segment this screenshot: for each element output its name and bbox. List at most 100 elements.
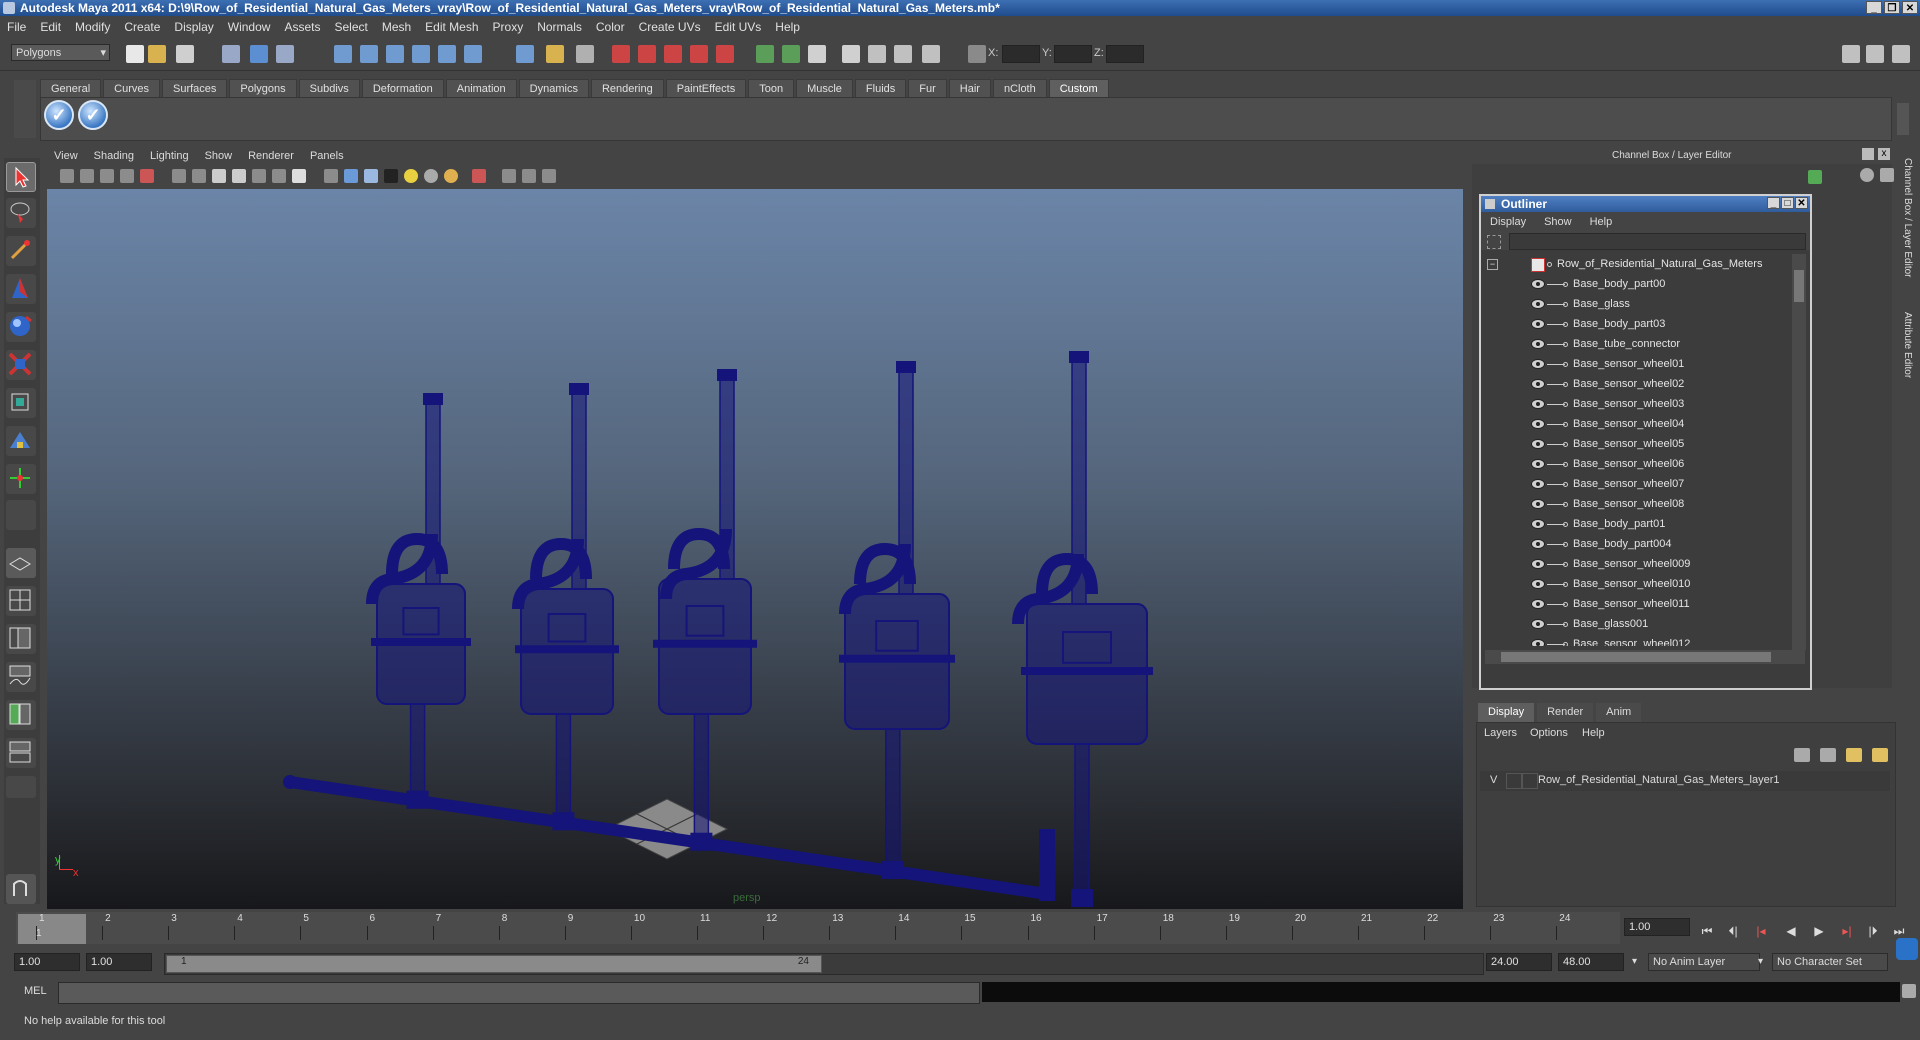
xray-icon[interactable] — [502, 169, 516, 183]
channel-box-tool-icon-2[interactable] — [1860, 168, 1874, 182]
custom-shelf-check-icon-1[interactable]: ✓ — [44, 100, 74, 130]
viewport-menu-show[interactable]: Show — [197, 147, 241, 165]
outliner-menu-show[interactable]: Show — [1535, 216, 1581, 228]
layer-visibility-toggle[interactable]: V — [1490, 774, 1497, 786]
menu-file[interactable]: File — [0, 20, 33, 34]
shelf-tab-fur[interactable]: Fur — [908, 79, 947, 98]
smooth-shade-icon[interactable] — [344, 169, 358, 183]
use-default-light-icon[interactable] — [404, 169, 418, 183]
outliner-item[interactable]: Base_sensor_wheel02 — [1481, 374, 1791, 394]
menu-window[interactable]: Window — [221, 20, 278, 34]
bookmarks-icon[interactable] — [100, 169, 114, 183]
outliner-item[interactable]: Base_sensor_wheel010 — [1481, 574, 1791, 594]
outliner-hscroll-thumb[interactable] — [1501, 652, 1771, 662]
scale-tool-icon[interactable] — [6, 350, 36, 380]
safe-title-icon[interactable] — [272, 169, 286, 183]
select-component-icon[interactable] — [276, 45, 294, 63]
modeling-toolkit-icon[interactable] — [842, 45, 860, 63]
outliner-menu-help[interactable]: Help — [1581, 216, 1622, 228]
move-layer-down-icon[interactable] — [1820, 748, 1836, 762]
outliner-filter-input[interactable] — [1509, 233, 1806, 250]
shelf-tab-surfaces[interactable]: Surfaces — [161, 79, 228, 98]
layout-persp-graph-icon[interactable] — [6, 662, 36, 692]
playback-end-field[interactable]: 24.00 — [1486, 953, 1552, 971]
viewport-menu-view[interactable]: View — [46, 147, 86, 165]
auto-key-icon[interactable] — [1896, 938, 1918, 960]
menu-color[interactable]: Color — [589, 20, 632, 34]
shelf-tab-subdivs[interactable]: Subdivs — [298, 79, 360, 98]
camera-select-icon[interactable] — [60, 169, 74, 183]
menu-help[interactable]: Help — [768, 20, 807, 34]
shelf-scroll-arrows[interactable] — [1897, 103, 1909, 135]
viewport-menu-lighting[interactable]: Lighting — [142, 147, 197, 165]
attribute-editor-toggle-icon[interactable] — [868, 45, 886, 63]
outliner-vscroll-thumb[interactable] — [1794, 270, 1804, 302]
snap-view-plane-icon[interactable] — [412, 45, 430, 63]
outliner-item[interactable]: Base_sensor_wheel05 — [1481, 434, 1791, 454]
animation-start-field[interactable]: 1.00 — [14, 953, 80, 971]
wireframe-icon[interactable] — [324, 169, 338, 183]
current-time-marker[interactable] — [18, 914, 86, 944]
viewport-menu-renderer[interactable]: Renderer — [240, 147, 302, 165]
lasso-tool-icon[interactable] — [6, 198, 36, 228]
playback-start-field[interactable]: 1.00 — [86, 953, 152, 971]
restore-button[interactable]: ❐ — [1884, 1, 1900, 14]
universal-manipulator-icon[interactable] — [6, 464, 36, 494]
layout-four-view-icon[interactable] — [6, 586, 36, 616]
layer-template-toggle[interactable] — [1506, 773, 1522, 789]
character-set-dropdown-arrow[interactable]: ▾ — [1758, 956, 1763, 967]
sidebar-toggle-icon[interactable] — [808, 45, 826, 63]
layer-row[interactable]: V Row_of_Residential_Natural_Gas_Meters_… — [1480, 771, 1890, 791]
go-to-start-button[interactable]: ⏮ — [1698, 923, 1716, 939]
character-set-dropdown[interactable]: No Character Set — [1772, 953, 1888, 971]
z-field[interactable] — [1106, 45, 1144, 63]
outliner-item[interactable]: Base_sensor_wheel08 — [1481, 494, 1791, 514]
menu-assets[interactable]: Assets — [277, 20, 327, 34]
viewport-menu-shading[interactable]: Shading — [86, 147, 142, 165]
go-to-end-button[interactable]: ⏭ — [1890, 923, 1908, 939]
history-icon[interactable] — [464, 45, 482, 63]
outliner-item[interactable]: Base_body_part00 — [1481, 274, 1791, 294]
xray-joints-icon[interactable] — [522, 169, 536, 183]
high-quality-icon[interactable] — [444, 169, 458, 183]
lock-icon[interactable] — [546, 45, 564, 63]
shelf-menu-handle[interactable] — [14, 80, 36, 138]
outliner-item[interactable]: Base_sensor_wheel012 — [1481, 634, 1791, 646]
isolate-select-icon[interactable] — [472, 169, 486, 183]
render-view-icon[interactable] — [576, 45, 594, 63]
outliner-item[interactable]: Base_sensor_wheel01 — [1481, 354, 1791, 374]
outliner-item[interactable]: Base_body_part01 — [1481, 514, 1791, 534]
layout-single-perspective-icon[interactable] — [6, 548, 36, 578]
shelf-tab-polygons[interactable]: Polygons — [229, 79, 297, 98]
ipr-render-icon[interactable] — [638, 45, 656, 63]
anim-layer-dropdown-arrow[interactable]: ▾ — [1632, 956, 1637, 967]
play-forwards-button[interactable]: ▶ — [1810, 923, 1828, 939]
save-scene-icon[interactable] — [176, 45, 194, 63]
range-slider-handle[interactable]: 1 24 — [166, 955, 822, 973]
select-tool-icon[interactable] — [6, 162, 36, 192]
move-layer-up-icon[interactable] — [1794, 748, 1810, 762]
outliner-item[interactable]: Base_glass — [1481, 294, 1791, 314]
float-panel-icon[interactable] — [1862, 148, 1874, 160]
channel-box-toggle-icon[interactable] — [922, 45, 940, 63]
new-empty-layer-icon[interactable] — [1846, 748, 1862, 762]
perspective-viewport[interactable]: y x persp — [47, 189, 1463, 909]
menu-display[interactable]: Display — [167, 20, 220, 34]
menu-edit-mesh[interactable]: Edit Mesh — [418, 20, 485, 34]
outliner-item[interactable]: Base_body_part004 — [1481, 534, 1791, 554]
soft-modification-tool-icon[interactable] — [6, 426, 36, 456]
x-field[interactable] — [1002, 45, 1040, 63]
new-layer-from-selected-icon[interactable] — [1872, 748, 1888, 762]
channel-box-tool-icon-3[interactable] — [1880, 168, 1894, 182]
menu-select[interactable]: Select — [327, 20, 374, 34]
shelf-tab-animation[interactable]: Animation — [445, 79, 517, 98]
layout-more-button[interactable] — [6, 776, 36, 798]
last-tool-slot[interactable] — [6, 500, 36, 530]
shelf-tab-toon[interactable]: Toon — [748, 79, 795, 98]
animation-end-field[interactable]: 48.00 — [1558, 953, 1624, 971]
select-object-icon[interactable] — [250, 45, 268, 63]
shelf-tab-custom[interactable]: Custom — [1048, 79, 1109, 98]
render-frame-icon[interactable] — [612, 45, 630, 63]
layer-menu-layers[interactable]: Layers — [1484, 727, 1517, 739]
snap-point-icon[interactable] — [386, 45, 404, 63]
